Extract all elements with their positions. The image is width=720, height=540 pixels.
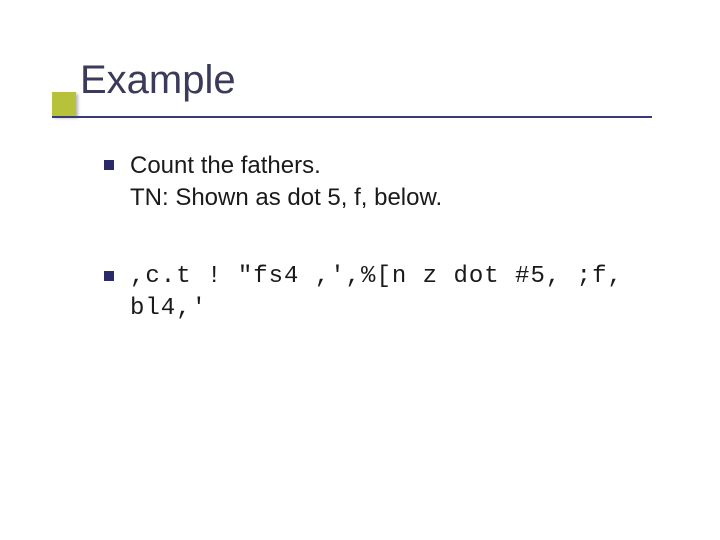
title-underline — [52, 116, 652, 118]
list-item: ,c.t ! "fs4 ,',%[n z dot #5, ;f, bl4,' — [130, 261, 670, 326]
item-code: ,c.t ! "fs4 ,',%[n z dot #5, ;f, bl4,' — [130, 261, 670, 326]
title-accent-square — [52, 92, 76, 116]
item-text-line1: Count the fathers. — [130, 150, 670, 182]
list-item: Count the fathers. TN: Shown as dot 5, f… — [130, 150, 670, 215]
square-bullet-icon — [104, 160, 114, 170]
square-bullet-icon — [104, 271, 114, 281]
slide-title: Example — [80, 58, 236, 103]
slide: Example Count the fathers. TN: Shown as … — [0, 0, 720, 540]
title-area: Example — [52, 58, 236, 103]
slide-body: Count the fathers. TN: Shown as dot 5, f… — [130, 150, 670, 360]
item-text-line2: TN: Shown as dot 5, f, below. — [130, 182, 670, 214]
